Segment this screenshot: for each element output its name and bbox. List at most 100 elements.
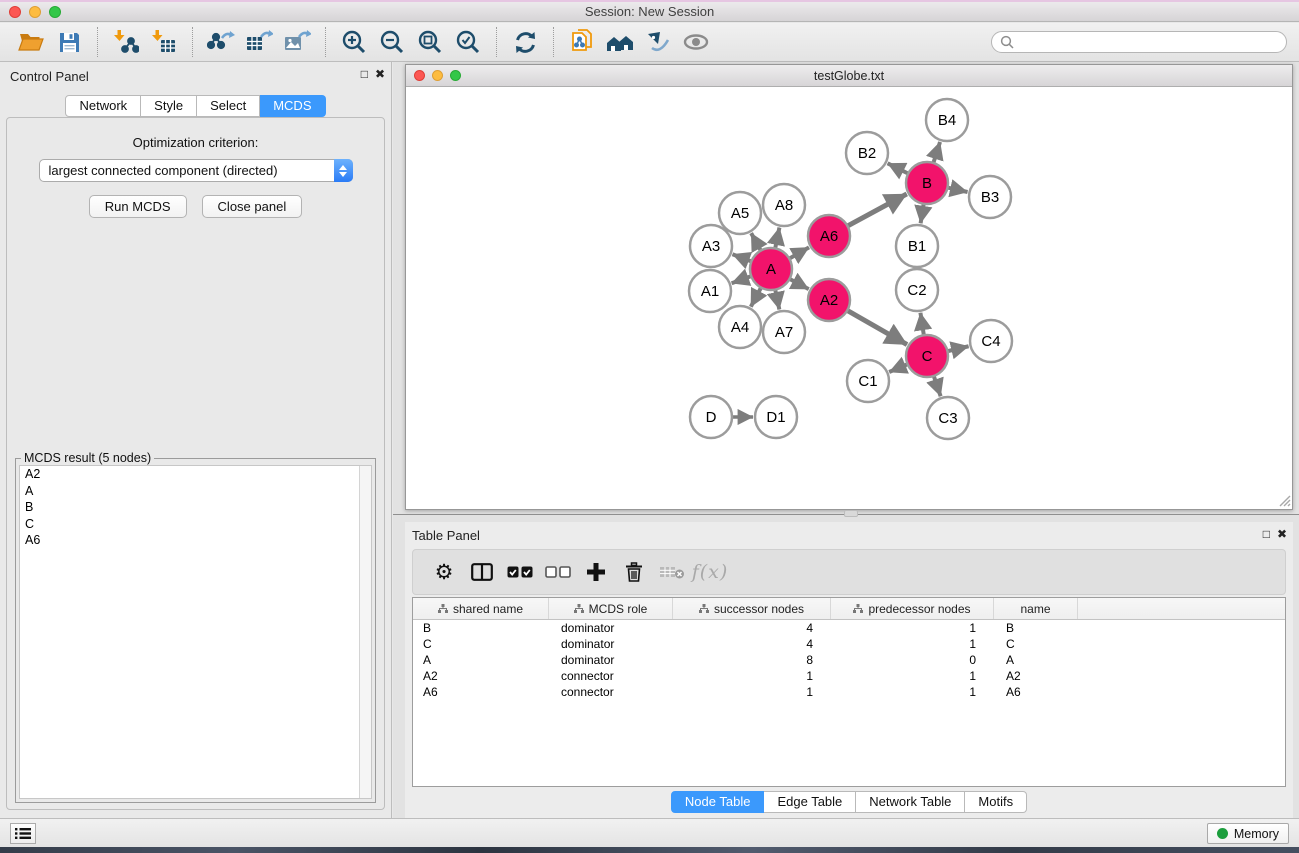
column-header-label: shared name	[453, 602, 523, 616]
graph-node-B2[interactable]: B2	[846, 132, 888, 174]
graph-node-A7[interactable]: A7	[763, 311, 805, 353]
zoom-in-button[interactable]	[335, 26, 373, 58]
graph-node-A8[interactable]: A8	[763, 184, 805, 226]
zoom-out-button[interactable]	[373, 26, 411, 58]
table-row[interactable]: Cdominator41C	[413, 636, 1285, 652]
close-table-panel-icon[interactable]: ✖	[1277, 528, 1287, 540]
tab-edge-table[interactable]: Edge Table	[764, 791, 856, 813]
save-button[interactable]	[50, 26, 88, 58]
graph-node-B1[interactable]: B1	[896, 225, 938, 267]
tab-mcds[interactable]: MCDS	[260, 95, 325, 117]
export-table-button[interactable]	[240, 26, 278, 58]
tab-style[interactable]: Style	[141, 95, 197, 117]
open-button[interactable]	[12, 26, 50, 58]
table-cell: 1	[831, 685, 994, 699]
delete-table-button[interactable]	[653, 554, 691, 590]
unselect-all-columns-button[interactable]	[539, 554, 577, 590]
column-header-MCDS-role[interactable]: MCDS role	[549, 598, 673, 619]
memory-status-icon	[1217, 828, 1228, 839]
attribute-tree-icon	[699, 604, 709, 613]
column-header-successor-nodes[interactable]: successor nodes	[673, 598, 831, 619]
import-table-button[interactable]	[145, 26, 183, 58]
delete-columns-button[interactable]	[615, 554, 653, 590]
svg-text:D: D	[706, 409, 717, 426]
graph-node-D1[interactable]: D1	[755, 396, 797, 438]
graph-node-A4[interactable]: A4	[719, 306, 761, 348]
table-row[interactable]: Adominator80A	[413, 652, 1285, 668]
result-item[interactable]: A	[20, 483, 371, 500]
result-item[interactable]: A2	[20, 466, 371, 483]
edge-A6-B[interactable]	[844, 194, 907, 228]
table-panel-header: Table Panel □ ✖	[405, 522, 1293, 548]
memory-button[interactable]: Memory	[1207, 823, 1289, 844]
graph-node-C3[interactable]: C3	[927, 397, 969, 439]
home-button[interactable]	[601, 26, 639, 58]
column-header-filler	[1078, 598, 1285, 619]
tab-network[interactable]: Network	[65, 95, 141, 117]
graph-node-C4[interactable]: C4	[970, 320, 1012, 362]
graph-node-A1[interactable]: A1	[689, 270, 731, 312]
tab-select[interactable]: Select	[197, 95, 260, 117]
column-header-name[interactable]: name	[994, 598, 1078, 619]
graph-node-B4[interactable]: B4	[926, 99, 968, 141]
close-panel-button[interactable]: Close panel	[202, 195, 303, 218]
graph-node-D[interactable]: D	[690, 396, 732, 438]
resize-grip-icon[interactable]	[1277, 493, 1291, 507]
export-network-button[interactable]	[202, 26, 240, 58]
task-history-button[interactable]	[10, 823, 36, 844]
graph-node-B[interactable]: B	[906, 162, 948, 204]
graph-node-A[interactable]: A	[750, 248, 792, 290]
zoom-fit-button[interactable]	[411, 26, 449, 58]
table-row[interactable]: A2connector11A2	[413, 668, 1285, 684]
close-panel-icon[interactable]: ✖	[375, 68, 385, 80]
graph-node-C2[interactable]: C2	[896, 269, 938, 311]
graph-node-A6[interactable]: A6	[808, 215, 850, 257]
table-cell: A2	[994, 669, 1078, 683]
result-item[interactable]: A6	[20, 532, 371, 549]
import-network-button[interactable]	[107, 26, 145, 58]
graph-node-C[interactable]: C	[906, 335, 948, 377]
result-scrollbar[interactable]	[359, 466, 371, 798]
add-column-button[interactable]	[577, 554, 615, 590]
float-panel-icon[interactable]: □	[361, 68, 368, 80]
graph-node-A2[interactable]: A2	[808, 279, 850, 321]
splitter-grip[interactable]	[844, 510, 858, 517]
mcds-result-list[interactable]: A2ABCA6	[19, 465, 372, 799]
result-item[interactable]: C	[20, 516, 371, 533]
graph-node-C1[interactable]: C1	[847, 360, 889, 402]
export-image-button[interactable]	[278, 26, 316, 58]
result-item[interactable]: B	[20, 499, 371, 516]
export-image-icon	[283, 29, 311, 55]
show-graphics-details-button[interactable]	[677, 26, 715, 58]
criterion-dropdown[interactable]: largest connected component (directed)	[39, 159, 353, 182]
svg-text:B4: B4	[938, 112, 956, 129]
duplicate-network-button[interactable]	[563, 26, 601, 58]
function-builder-button[interactable]: f(x)	[691, 554, 729, 590]
svg-text:A: A	[766, 261, 776, 278]
graph-node-A5[interactable]: A5	[719, 192, 761, 234]
edge-A2-C[interactable]	[844, 308, 907, 344]
table-body: Bdominator41BCdominator41CAdominator80AA…	[413, 620, 1285, 700]
graph-node-B3[interactable]: B3	[969, 176, 1011, 218]
tab-motifs[interactable]: Motifs	[965, 791, 1027, 813]
column-header-predecessor-nodes[interactable]: predecessor nodes	[831, 598, 994, 619]
search-input[interactable]	[1019, 35, 1278, 49]
network-canvas[interactable]: A A1 A2 A3 A4 A5 A6 A7 A8 B B1 B2 B3 B4 C C1 C2 C3C4 D D1	[406, 87, 1292, 508]
show-hide-annotations-button[interactable]	[639, 26, 677, 58]
table-row[interactable]: Bdominator41B	[413, 620, 1285, 636]
svg-text:C: C	[922, 348, 933, 365]
dropdown-stepper-icon	[334, 159, 353, 182]
column-header-shared-name[interactable]: shared name	[413, 598, 549, 619]
zoom-selected-button[interactable]	[449, 26, 487, 58]
show-columns-button[interactable]	[463, 554, 501, 590]
toolbar-separator	[97, 27, 98, 57]
float-table-panel-icon[interactable]: □	[1263, 528, 1270, 540]
table-options-button[interactable]: ⚙	[425, 554, 463, 590]
run-mcds-button[interactable]: Run MCDS	[89, 195, 187, 218]
select-all-columns-button[interactable]	[501, 554, 539, 590]
tab-network-table[interactable]: Network Table	[856, 791, 965, 813]
refresh-button[interactable]	[506, 26, 544, 58]
graph-node-A3[interactable]: A3	[690, 225, 732, 267]
table-row[interactable]: A6connector11A6	[413, 684, 1285, 700]
tab-node-table[interactable]: Node Table	[671, 791, 765, 813]
